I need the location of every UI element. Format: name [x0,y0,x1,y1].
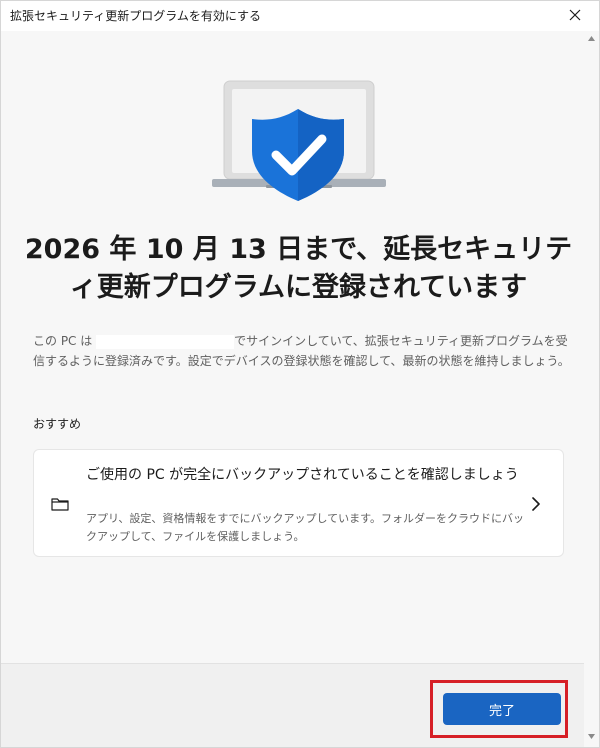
close-button[interactable] [557,1,593,29]
description-prefix: この PC は [33,334,93,348]
status-description: この PC は でサインインしていて、拡張セキュリティ更新プログラムを受信するよ… [33,331,571,371]
scroll-down-icon [588,733,595,739]
dialog-content: 2026 年 10 月 13 日まで、延長セキュリティ更新プログラムに登録されて… [1,31,584,663]
recommendation-title: ご使用の PC が完全にバックアップされていることを確認しましょう [86,467,519,483]
done-button[interactable]: 完了 [443,693,561,725]
laptop-shield-illustration [212,80,386,201]
backup-recommendation-card[interactable]: ご使用の PC が完全にバックアップされていることを確認しましょう アプリ、設定… [33,449,564,557]
scroll-down-button[interactable] [584,729,599,743]
recommendations-label: おすすめ [33,417,82,431]
recommendation-description: アプリ、設定、資格情報をすでにバックアップしています。フォルダーをクラウドにバッ… [86,512,525,543]
scroll-up-button[interactable] [584,31,599,45]
title-bar: 拡張セキュリティ更新プログラムを有効にする [1,1,599,31]
close-icon [569,9,581,21]
window-title: 拡張セキュリティ更新プログラムを有効にする [10,9,262,23]
redacted-account [96,334,235,349]
vertical-scrollbar[interactable] [584,31,599,747]
scroll-up-icon [588,35,595,41]
ext-security-update-window: 拡張セキュリティ更新プログラムを有効にする 2026 年 10 月 13 日まで… [0,0,600,748]
chevron-right-icon [532,497,540,511]
folder-icon [51,498,69,511]
page-title: 2026 年 10 月 13 日まで、延長セキュリティ更新プログラムに登録されて… [24,234,573,303]
